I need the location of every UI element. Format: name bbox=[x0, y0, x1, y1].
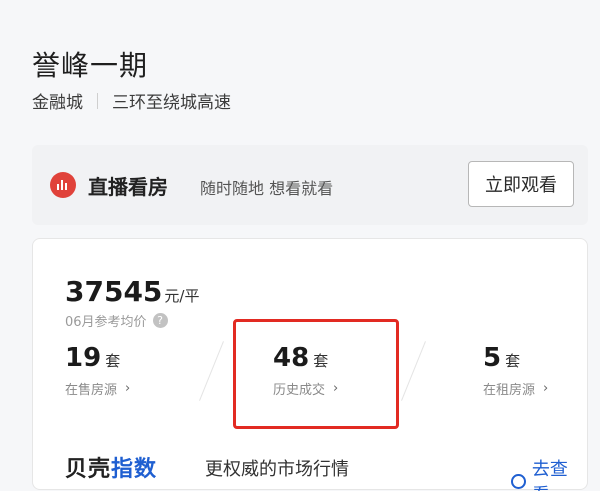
area-label: 金融城 bbox=[32, 93, 83, 113]
highlight-box bbox=[233, 319, 399, 429]
watch-now-button[interactable]: 立即观看 bbox=[468, 161, 574, 207]
index-brand: 贝壳指数 bbox=[65, 451, 157, 483]
divider bbox=[97, 92, 98, 109]
index-row[interactable]: 贝壳指数 更权威的市场行情 去查看 bbox=[55, 451, 585, 491]
stat-unit: 套 bbox=[105, 352, 121, 370]
location-line: 金融城 三环至绕城高速 bbox=[32, 88, 231, 113]
price-label-row: 06月参考均价 ? bbox=[65, 311, 168, 330]
price-label: 06月参考均价 bbox=[65, 315, 147, 330]
help-icon[interactable]: ? bbox=[152, 313, 168, 328]
stats-card: 37545 元/平 06月参考均价 ? 19 套 在售房源 › 48 套 历史成… bbox=[32, 238, 588, 491]
stat-value: 5 bbox=[483, 343, 502, 373]
view-more-label: 去查看 bbox=[531, 459, 568, 491]
live-title: 直播看房 bbox=[88, 175, 168, 199]
stat-for-sale[interactable]: 19 套 在售房源 › bbox=[65, 343, 130, 398]
stat-for-rent[interactable]: 5 套 在租房源 › bbox=[483, 343, 548, 398]
stat-unit: 套 bbox=[505, 352, 521, 370]
ring-label: 三环至绕城高速 bbox=[112, 93, 231, 113]
search-icon bbox=[511, 473, 526, 489]
stat-label: 在售房源 bbox=[65, 383, 118, 398]
chevron-right-icon: › bbox=[543, 381, 549, 396]
stat-label: 在租房源 bbox=[483, 383, 536, 398]
view-more-link[interactable]: 去查看 bbox=[511, 455, 585, 491]
index-description: 更权威的市场行情 bbox=[205, 459, 349, 480]
page-title: 誉峰一期 bbox=[32, 49, 149, 82]
live-banner[interactable]: 直播看房 随时随地 想看就看 立即观看 bbox=[32, 145, 588, 225]
brand-prefix: 贝壳 bbox=[65, 457, 112, 482]
divider bbox=[199, 341, 224, 401]
brand-highlight: 指数 bbox=[111, 457, 158, 482]
price-unit: 元/平 bbox=[164, 287, 200, 305]
price-value: 37545 bbox=[65, 275, 163, 308]
reference-price: 37545 元/平 bbox=[65, 275, 199, 308]
divider bbox=[401, 341, 426, 401]
live-subtitle: 随时随地 想看就看 bbox=[200, 179, 334, 198]
chevron-right-icon: › bbox=[125, 381, 131, 396]
live-bars-icon bbox=[50, 172, 76, 198]
stat-value: 19 bbox=[65, 343, 102, 373]
